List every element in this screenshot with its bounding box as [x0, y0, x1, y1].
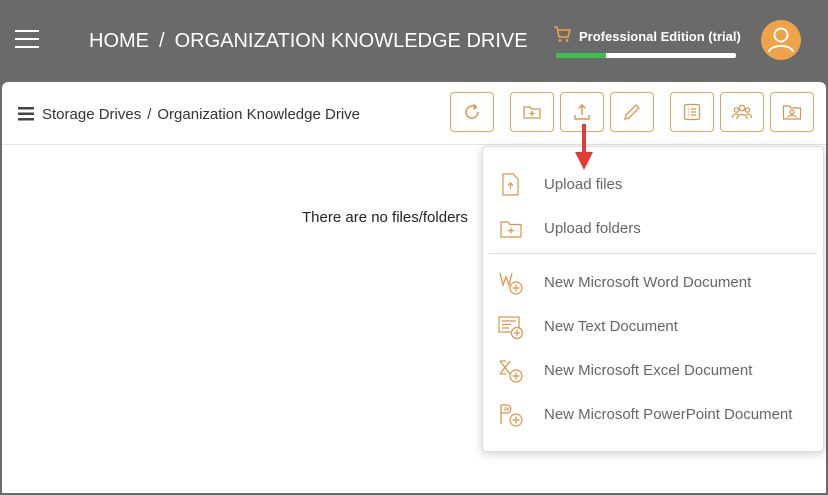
empty-state-message: There are no files/folders	[302, 209, 468, 226]
trial-progress-bar	[556, 53, 736, 58]
drive-title: ORGANIZATION KNOWLEDGE DRIVE	[174, 30, 528, 52]
details-button[interactable]	[670, 92, 714, 132]
upload-folders-item[interactable]: Upload folders	[483, 208, 823, 248]
header-breadcrumb: HOME / ORGANIZATION KNOWLEDGE DRIVE	[89, 30, 528, 53]
powerpoint-add-icon	[500, 404, 523, 427]
new-excel-document-label: New Microsoft Excel Document	[544, 362, 753, 379]
upload-files-item[interactable]: Upload files	[483, 164, 823, 204]
storage-list-icon	[18, 107, 34, 121]
excel-add-icon	[499, 360, 523, 383]
contact-icon	[782, 105, 802, 120]
file-upload-icon	[502, 173, 519, 196]
contact-button[interactable]	[770, 92, 814, 132]
breadcrumb: Storage Drives / Organization Knowledge Dr…	[18, 106, 360, 123]
users-icon	[731, 104, 753, 120]
details-icon	[683, 103, 701, 121]
top-header: HOME / ORGANIZATION KNOWLEDGE DRIVE Profes…	[0, 0, 828, 80]
cart-icon[interactable]	[552, 24, 572, 44]
new-folder-button[interactable]	[510, 92, 554, 132]
upload-folders-label: Upload folders	[544, 220, 641, 237]
new-word-document-label: New Microsoft Word Document	[544, 274, 752, 291]
text-add-icon	[498, 316, 524, 340]
new-excel-document-item[interactable]: New Microsoft Excel Document	[483, 350, 823, 390]
new-text-document-item[interactable]: New Text Document	[483, 306, 823, 346]
refresh-icon	[465, 103, 479, 119]
edit-icon	[624, 104, 640, 120]
new-powerpoint-document-item[interactable]: New Microsoft PowerPoint Document	[483, 394, 823, 434]
breadcrumb-separator: /	[147, 106, 152, 123]
refresh-button[interactable]	[450, 92, 494, 132]
new-powerpoint-document-label: New Microsoft PowerPoint Document	[544, 406, 793, 423]
user-icon	[768, 27, 794, 53]
edition-label[interactable]: Professional Edition (trial)	[579, 29, 741, 44]
breadcrumb-current-drive: Organization Knowledge Drive	[157, 106, 361, 123]
annotation-arrow-icon	[575, 124, 593, 170]
new-text-document-label: New Text Document	[544, 318, 678, 335]
new-folder-icon	[523, 106, 541, 119]
word-add-icon	[499, 272, 523, 295]
folder-plus-icon	[500, 221, 522, 238]
user-avatar[interactable]	[761, 20, 801, 60]
users-button[interactable]	[720, 92, 764, 132]
breadcrumb-storage-drives[interactable]: Storage Drives	[42, 106, 141, 123]
new-word-document-item[interactable]: New Microsoft Word Document	[483, 262, 823, 302]
trial-progress-fill	[556, 53, 607, 58]
upload-icon	[574, 104, 590, 120]
edit-button[interactable]	[610, 92, 654, 132]
upload-menu: Upload files Upload folders New Microsof…	[482, 146, 824, 452]
upload-files-label: Upload files	[544, 176, 623, 193]
menu-divider	[489, 253, 817, 254]
drive-toolbar: Storage Drives / Organization Knowledge Dr…	[2, 82, 826, 145]
home-link[interactable]: HOME	[89, 30, 149, 52]
menu-icon[interactable]	[15, 30, 39, 48]
header-separator: /	[159, 30, 165, 52]
